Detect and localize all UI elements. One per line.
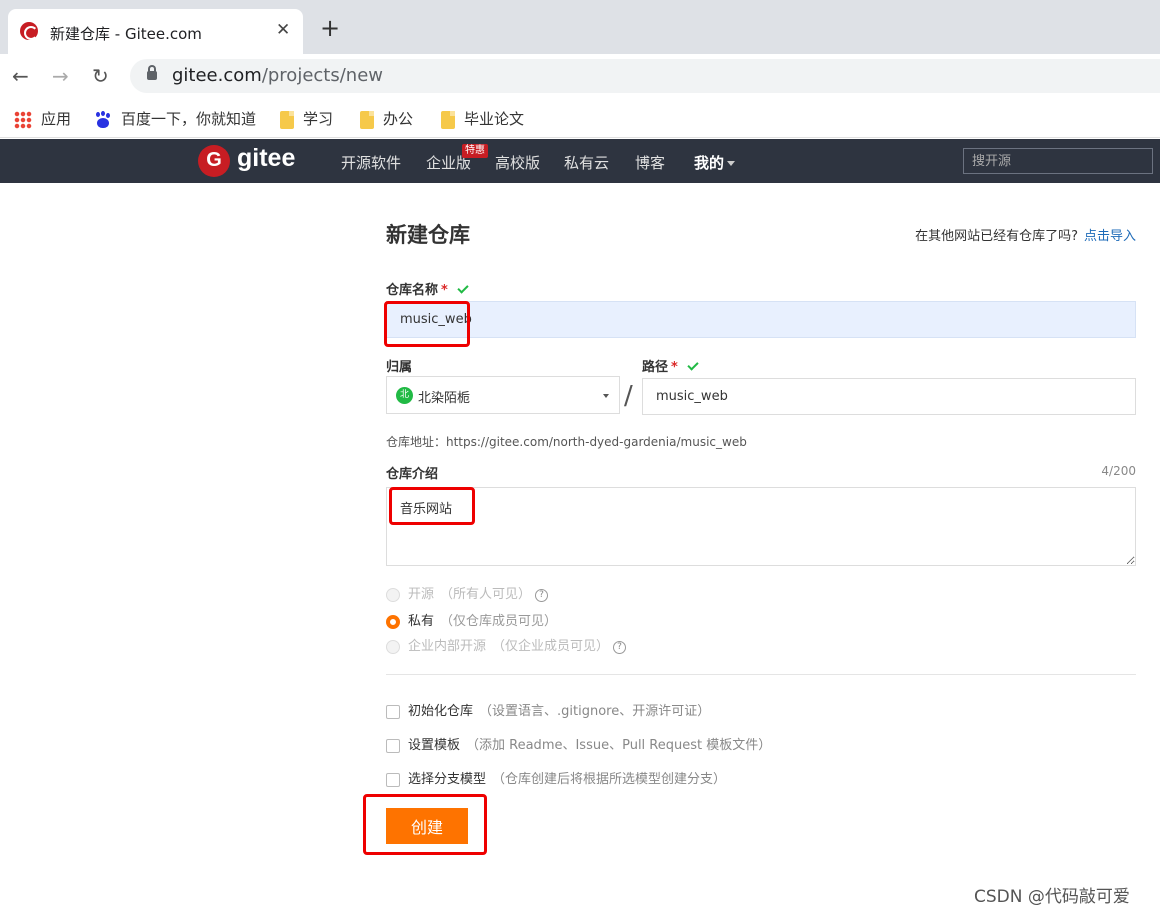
visibility-enterprise[interactable]: 企业内部开源 （仅企业成员可见）?	[386, 635, 627, 654]
checkbox[interactable]	[386, 772, 400, 787]
option-init-repo[interactable]: 初始化仓库 （设置语言、.gitignore、开源许可证）	[386, 700, 710, 719]
radio-button[interactable]	[386, 639, 400, 654]
owner-select[interactable]: 北 北染陌栀	[386, 376, 620, 414]
gitee-favicon-icon	[20, 22, 38, 40]
tab-close-icon[interactable]: ✕	[276, 20, 290, 40]
help-icon[interactable]: ?	[613, 641, 627, 654]
path-separator: /	[624, 381, 633, 411]
repo-name-input[interactable]	[386, 301, 1136, 338]
dropdown-caret-icon	[603, 394, 609, 398]
checkbox[interactable]	[386, 738, 400, 753]
intro-char-counter: 4/200	[1101, 464, 1136, 478]
bookmark-folder-thesis[interactable]: 毕业论文	[441, 108, 524, 129]
chevron-down-icon	[727, 161, 736, 166]
path-input[interactable]	[642, 378, 1136, 415]
valid-check-icon	[457, 282, 469, 294]
bookmarks-bar: 应用 百度一下，你就知道 学习 办公 毕业论文	[0, 98, 1160, 138]
nav-item-mine[interactable]: 我的	[694, 152, 736, 173]
watermark: CSDN @代码敲可爱	[974, 887, 1130, 907]
address-bar[interactable]: gitee.com/projects/new	[130, 59, 1160, 93]
help-icon[interactable]: ?	[535, 589, 549, 602]
nav-item-blog[interactable]: 博客	[635, 152, 665, 173]
gitee-navbar: gitee 开源软件 企业版 特惠 高校版 私有云 博客 我的	[0, 139, 1160, 183]
nav-item-open-source[interactable]: 开源软件	[341, 152, 401, 173]
repo-name-label: 仓库名称 *	[386, 279, 469, 298]
gitee-logo-icon[interactable]	[198, 145, 230, 177]
folder-icon	[280, 110, 294, 129]
create-button[interactable]: 创建	[386, 808, 468, 844]
visibility-open-source[interactable]: 开源 （所有人可见）?	[386, 583, 549, 602]
browser-tabstrip: 新建仓库 - Gitee.com ✕ +	[0, 0, 1160, 54]
option-branch-model[interactable]: 选择分支模型 （仓库创建后将根据所选模型创建分支）	[386, 768, 726, 787]
repo-address: 仓库地址：https://gitee.com/north-dyed-garden…	[386, 435, 747, 449]
nav-item-private-cloud[interactable]: 私有云	[564, 152, 609, 173]
folder-icon	[360, 110, 374, 129]
baidu-paw-icon	[94, 111, 112, 129]
page-title: 新建仓库	[386, 223, 470, 247]
intro-textarea[interactable]: 音乐网站	[386, 487, 1136, 566]
bookmark-folder-study[interactable]: 学习	[280, 108, 333, 129]
radio-button[interactable]	[386, 587, 400, 602]
folder-icon	[441, 110, 455, 129]
new-tab-icon[interactable]: +	[320, 16, 340, 40]
radio-button-selected[interactable]	[386, 614, 400, 629]
owner-name: 北染陌栀	[418, 391, 471, 406]
nav-item-education[interactable]: 高校版	[495, 152, 540, 173]
tab-title: 新建仓库 - Gitee.com	[50, 25, 202, 43]
import-hint: 在其他网站已经有仓库了吗? 点击导入	[915, 229, 1136, 244]
checkbox[interactable]	[386, 704, 400, 719]
browser-toolbar: ← → ↻ gitee.com/projects/new	[0, 54, 1160, 98]
back-arrow-icon[interactable]: ←	[12, 64, 29, 88]
bookmark-folder-office[interactable]: 办公	[360, 108, 413, 129]
owner-label: 归属	[386, 360, 413, 375]
promo-badge: 特惠	[462, 144, 488, 158]
divider	[386, 674, 1136, 675]
valid-check-icon	[687, 359, 699, 371]
reload-icon[interactable]: ↻	[92, 64, 109, 88]
path-label: 路径 *	[642, 356, 699, 375]
option-template[interactable]: 设置模板 （添加 Readme、Issue、Pull Request 模板文件）	[386, 734, 771, 753]
bookmark-apps[interactable]: 应用	[14, 108, 71, 129]
forward-arrow-icon[interactable]: →	[52, 64, 69, 88]
gitee-brand[interactable]: gitee	[237, 144, 295, 173]
search-input[interactable]	[963, 148, 1153, 174]
browser-tab[interactable]: 新建仓库 - Gitee.com ✕	[8, 9, 303, 54]
lock-icon	[147, 65, 157, 80]
intro-label: 仓库介绍	[386, 467, 439, 482]
url-text: gitee.com/projects/new	[172, 65, 383, 86]
owner-avatar: 北	[396, 387, 413, 404]
apps-icon	[14, 110, 32, 129]
import-link[interactable]: 点击导入	[1084, 229, 1136, 244]
bookmark-baidu[interactable]: 百度一下，你就知道	[94, 108, 256, 129]
visibility-private[interactable]: 私有 （仅仓库成员可见）	[386, 610, 557, 629]
